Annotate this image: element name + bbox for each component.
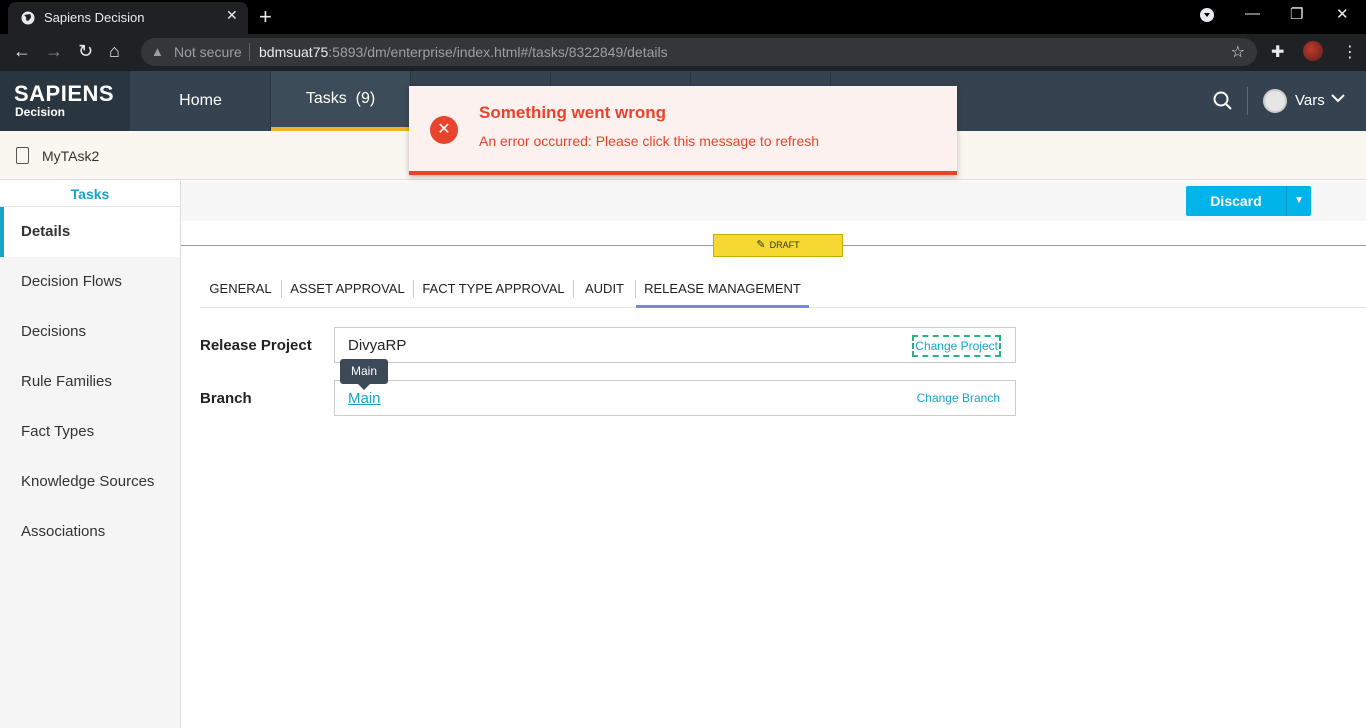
branch-label: Branch	[200, 390, 252, 407]
toast-message[interactable]: An error occurred: Please click this mes…	[479, 133, 819, 149]
brand-sub: Decision	[15, 105, 66, 119]
clipboard-icon	[16, 147, 29, 164]
address-bar[interactable]: ▲ Not secure bdmsuat75:5893/dm/enterpris…	[141, 38, 1257, 66]
brand-name: SAPIENS	[14, 81, 115, 106]
forward-icon[interactable]: →	[45, 41, 63, 62]
release-project-label: Release Project	[200, 337, 312, 354]
new-tab-icon[interactable]: +	[259, 4, 272, 30]
sidebar: Tasks Details Decision Flows Decisions R…	[0, 181, 181, 728]
address-separator	[249, 43, 250, 61]
detail-tabs: GENERAL ASSET APPROVAL FACT TYPE APPROVA…	[200, 276, 1366, 308]
branch-link[interactable]: Main	[348, 390, 381, 407]
discard-button[interactable]: Discard ▼	[1186, 186, 1311, 216]
error-toast[interactable]: ✕ Something went wrong An error occurred…	[409, 86, 957, 175]
security-label[interactable]: Not secure	[174, 44, 242, 60]
url-text[interactable]: bdmsuat75:5893/dm/enterprise/index.html#…	[259, 44, 668, 60]
task-name: MyTAsk2	[42, 148, 100, 164]
status-badge: ✎ DRAFT	[713, 234, 843, 257]
sidebar-item-fact-types[interactable]: Fact Types	[0, 407, 180, 457]
nav-home[interactable]: Home	[131, 71, 271, 131]
branch-field: Main Change Branch	[334, 380, 1016, 416]
browser-menu-icon[interactable]: ⋮	[1342, 42, 1358, 62]
change-project-link[interactable]: Change Project	[912, 335, 1001, 357]
status-badge-label: DRAFT	[769, 240, 800, 250]
minimize-icon[interactable]: —	[1245, 5, 1260, 22]
profile-avatar[interactable]	[1303, 41, 1323, 61]
branch-tooltip: Main	[340, 359, 388, 390]
sapiens-logo[interactable]: SAPIENS Decision	[0, 71, 130, 131]
sidebar-item-details[interactable]: Details	[0, 207, 180, 257]
release-project-value: DivyaRP	[348, 337, 407, 354]
reload-icon[interactable]: ↻	[78, 41, 93, 62]
warning-icon[interactable]: ▲	[151, 44, 164, 59]
header-separator	[1247, 87, 1248, 115]
extensions-icon[interactable]: ✚	[1271, 42, 1284, 62]
toast-title: Something went wrong	[479, 103, 666, 122]
edit-icon: ✎	[756, 239, 766, 251]
tab-asset-approval[interactable]: ASSET APPROVAL	[282, 276, 413, 308]
browser-toolbar: ← → ↻ ⌂ ▲ Not secure bdmsuat75:5893/dm/e…	[0, 34, 1366, 71]
url-path: :5893/dm/enterprise/index.html#/tasks/83…	[328, 44, 668, 60]
chevron-down-icon[interactable]	[1331, 91, 1345, 106]
nav-home-label: Home	[179, 92, 222, 109]
tab-fact-type-approval[interactable]: FACT TYPE APPROVAL	[414, 276, 573, 308]
window-close-icon[interactable]: ✕	[1336, 5, 1349, 23]
user-avatar[interactable]	[1263, 89, 1287, 113]
discard-label: Discard	[1210, 193, 1262, 209]
tab-release-management[interactable]: RELEASE MANAGEMENT	[636, 276, 809, 308]
user-name[interactable]: Vars	[1295, 92, 1325, 109]
nav-tasks[interactable]: Tasks (9)	[271, 71, 411, 131]
search-icon[interactable]	[1213, 91, 1232, 115]
tab-close-icon[interactable]: ✕	[226, 7, 238, 24]
url-host: bdmsuat75	[259, 44, 329, 60]
release-project-field: DivyaRP Change Project	[334, 327, 1016, 363]
error-icon: ✕	[430, 116, 458, 144]
back-icon[interactable]: ←	[13, 41, 31, 62]
restore-icon[interactable]: ❐	[1290, 5, 1303, 23]
browser-tab[interactable]: Sapiens Decision ✕	[8, 2, 248, 34]
browser-tab-title: Sapiens Decision	[44, 10, 145, 25]
sidebar-item-decisions[interactable]: Decisions	[0, 307, 180, 357]
tab-audit[interactable]: AUDIT	[574, 276, 635, 308]
sidebar-item-decision-flows[interactable]: Decision Flows	[0, 257, 180, 307]
browser-tab-strip: Sapiens Decision ✕ + — ❐ ✕	[0, 0, 1366, 34]
caret-down-icon[interactable]: ▼	[1286, 186, 1311, 216]
change-branch-link[interactable]: Change Branch	[917, 391, 1000, 405]
globe-icon	[21, 11, 35, 25]
sidebar-item-associations[interactable]: Associations	[0, 507, 180, 557]
sidebar-header: Tasks	[0, 181, 180, 207]
home-icon[interactable]: ⌂	[109, 41, 120, 62]
tab-search-icon[interactable]	[1200, 8, 1214, 26]
bookmark-star-icon[interactable]: ☆	[1231, 42, 1245, 62]
tab-general[interactable]: GENERAL	[200, 276, 281, 308]
nav-tasks-label: Tasks (9)	[305, 90, 376, 107]
sidebar-item-rule-families[interactable]: Rule Families	[0, 357, 180, 407]
sidebar-item-knowledge-sources[interactable]: Knowledge Sources	[0, 457, 180, 507]
